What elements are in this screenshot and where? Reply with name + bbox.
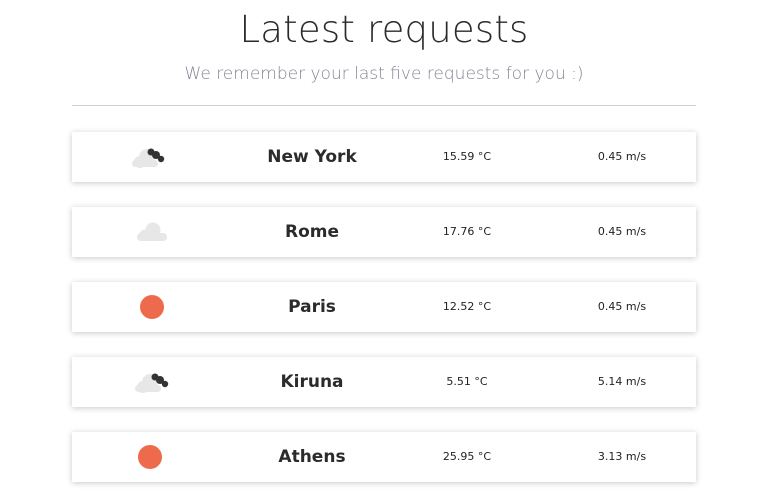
page-title: Latest requests — [239, 8, 529, 51]
page-subtitle: We remember your last five requests for … — [184, 64, 584, 84]
request-card[interactable]: Paris 12.52 °C 0.45 m/s — [72, 282, 696, 332]
request-card[interactable]: Kiruna 5.51 °C 5.14 m/s — [72, 357, 696, 407]
cloud-dark-icon — [122, 132, 182, 182]
city-name: Rome — [284, 222, 339, 242]
cloud-icon — [122, 207, 182, 257]
header-divider — [72, 105, 696, 106]
city-name: Athens — [278, 447, 346, 467]
temperature: 5.51 °C — [446, 375, 488, 388]
temperature: 25.95 °C — [442, 450, 492, 463]
request-list: New York 15.59 °C 0.45 m/s Rome 17.76 °C… — [72, 132, 696, 500]
temperature: 12.52 °C — [442, 300, 492, 313]
temperature: 17.76 °C — [442, 225, 492, 238]
city-name: New York — [267, 147, 357, 167]
city-name: Paris — [288, 297, 336, 317]
wind-speed: 0.45 m/s — [597, 225, 647, 238]
request-card[interactable]: New York 15.59 °C 0.45 m/s — [72, 132, 696, 182]
wind-speed: 3.13 m/s — [597, 450, 647, 463]
cloud-dark-icon — [122, 357, 182, 407]
wind-speed: 5.14 m/s — [597, 375, 647, 388]
temperature: 15.59 °C — [442, 150, 492, 163]
sun-icon — [122, 282, 182, 332]
latest-requests-page: Latest requests We remember your last fi… — [0, 0, 782, 500]
request-card[interactable]: Athens 25.95 °C 3.13 m/s — [72, 432, 696, 482]
wind-speed: 0.45 m/s — [597, 150, 647, 163]
wind-speed: 0.45 m/s — [597, 300, 647, 313]
request-card[interactable]: Rome 17.76 °C 0.45 m/s — [72, 207, 696, 257]
city-name: Kiruna — [280, 372, 344, 392]
sun-icon — [122, 432, 182, 482]
